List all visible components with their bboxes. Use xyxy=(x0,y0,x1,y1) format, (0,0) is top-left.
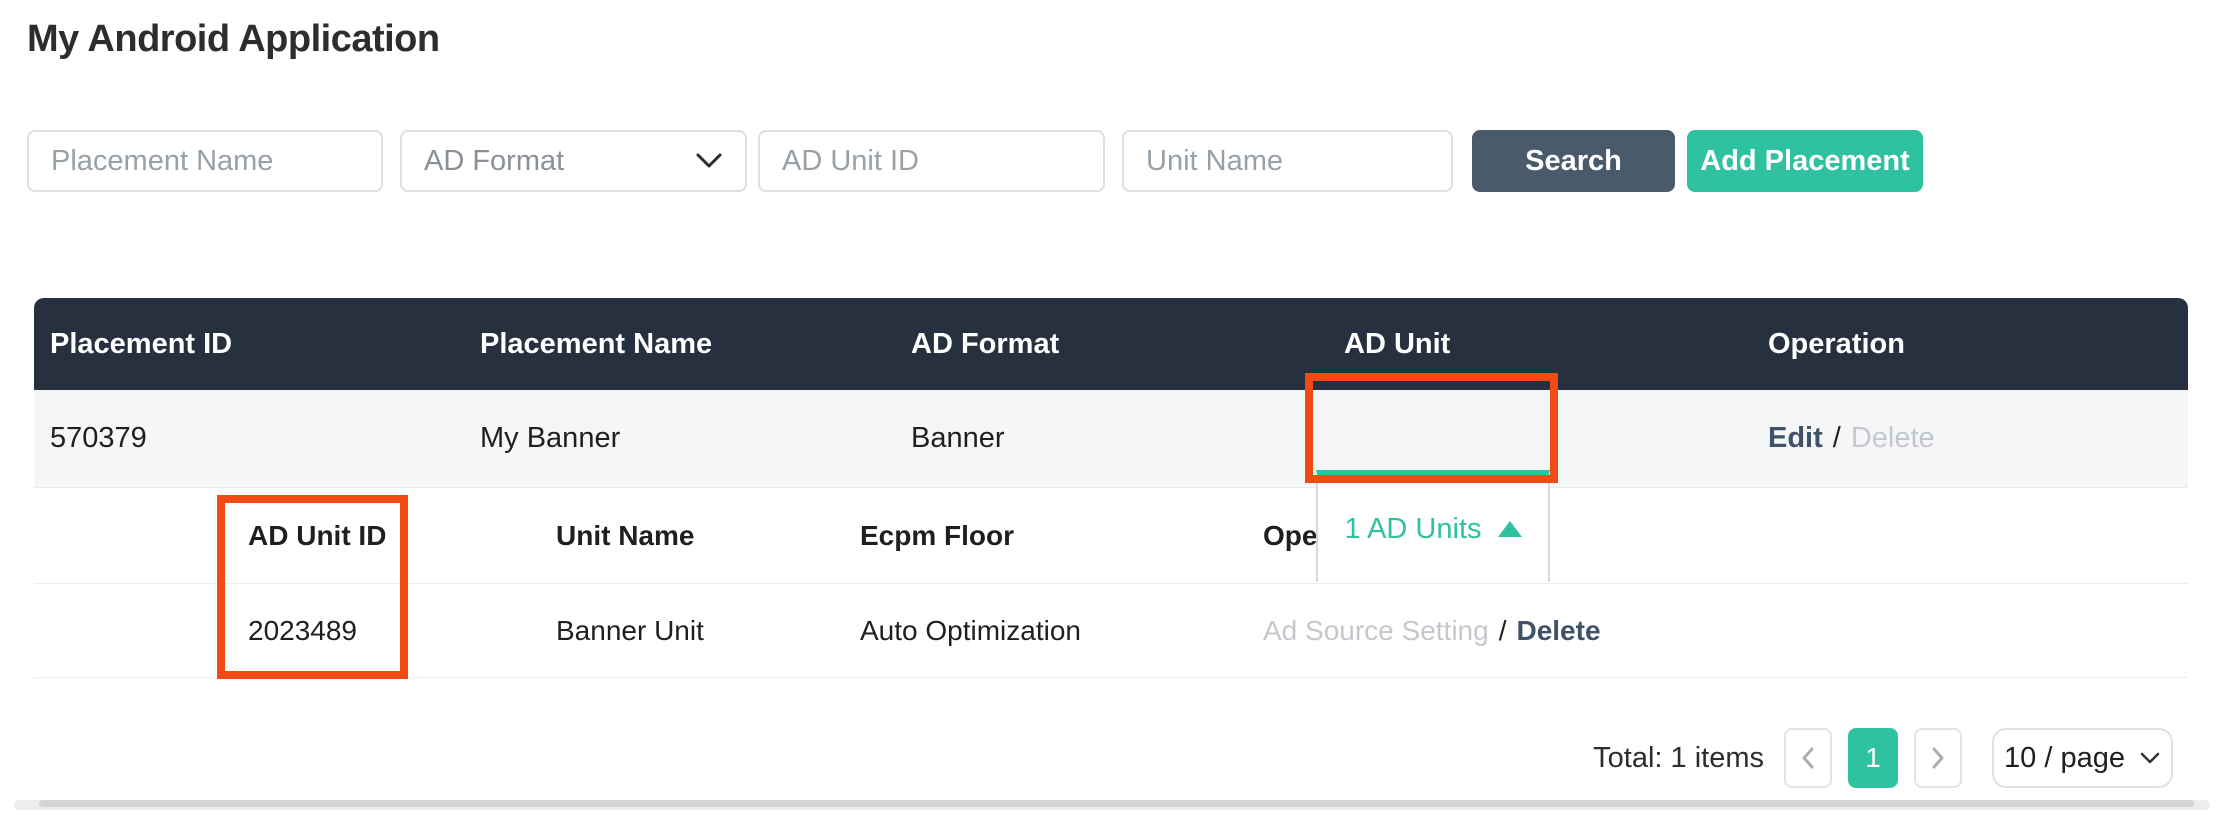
subtable-header-row: AD Unit ID Unit Name Ecpm Floor Operatio… xyxy=(34,488,2188,584)
ad-format-select[interactable]: AD Format xyxy=(400,130,747,192)
page-size-select[interactable]: 10 / page xyxy=(1992,728,2173,788)
ad-source-setting-link[interactable]: Ad Source Setting xyxy=(1263,615,1489,646)
ad-unit-subtable: AD Unit ID Unit Name Ecpm Floor Operatio… xyxy=(34,487,2188,678)
placement-name-cell: My Banner xyxy=(480,422,621,454)
unit-name-input[interactable] xyxy=(1122,130,1453,192)
operation-cell: Edit / Delete xyxy=(1768,422,2188,455)
add-placement-button[interactable]: Add Placement xyxy=(1687,130,1923,192)
ecpm-floor-cell: Auto Optimization xyxy=(860,614,1081,646)
chevron-down-icon xyxy=(2139,751,2161,765)
triangle-up-icon xyxy=(1497,521,1522,537)
horizontal-scrollbar-track[interactable] xyxy=(14,800,2210,810)
col-header-placement-id: Placement ID xyxy=(50,327,233,360)
table-row: 570379 My Banner Banner Edit / Delete 1 AD… xyxy=(34,390,2188,582)
next-page-button[interactable] xyxy=(1914,728,1962,788)
col-header-operation: Operation xyxy=(1768,327,1905,360)
prev-page-button[interactable] xyxy=(1784,728,1832,788)
page-title: My Android Application xyxy=(27,18,440,60)
search-button[interactable]: Search xyxy=(1472,130,1675,192)
delete-link[interactable]: Delete xyxy=(1851,422,1935,454)
placement-name-input[interactable] xyxy=(27,130,383,192)
ad-format-select-label: AD Format xyxy=(424,144,565,177)
ad-unit-id-cell: 2023489 xyxy=(248,614,358,646)
chevron-left-icon xyxy=(1800,746,1816,770)
chevron-right-icon xyxy=(1930,746,1946,770)
ad-unit-id-input[interactable] xyxy=(758,130,1105,192)
pagination: Total: 1 items 1 10 / page xyxy=(1593,727,2173,789)
total-items-label: Total: 1 items xyxy=(1593,741,1764,774)
placement-id-cell: 570379 xyxy=(50,422,147,454)
table-header-row: Placement ID Placement Name AD Format AD… xyxy=(34,298,2188,390)
col-header-ad-unit: AD Unit xyxy=(1344,327,1451,360)
edit-link[interactable]: Edit xyxy=(1768,422,1823,454)
operation-separator: / xyxy=(1832,422,1841,454)
suboperation-separator: / xyxy=(1498,614,1507,646)
col-header-placement-name: Placement Name xyxy=(480,327,713,360)
ad-units-expander-label: 1 AD Units xyxy=(1344,512,1482,545)
subcol-header-ad-unit-id: AD Unit ID xyxy=(248,519,387,551)
page-size-label: 10 / page xyxy=(2004,741,2125,774)
subcol-header-unit-name: Unit Name xyxy=(556,519,695,551)
app-page: { "page": { "title": "My Android Applica… xyxy=(0,0,2224,822)
subcol-header-ecpm-floor: Ecpm Floor xyxy=(860,519,1015,551)
ad-format-cell: Banner xyxy=(911,422,1005,454)
chevron-down-icon xyxy=(695,152,723,170)
subtable-row: 2023489 Banner Unit Auto Optimization Ad… xyxy=(34,584,2188,678)
placements-table: Placement ID Placement Name AD Format AD… xyxy=(34,298,2188,678)
ad-units-expander-button[interactable]: 1 AD Units xyxy=(1316,470,1550,582)
subtable-operation-cell: Ad Source Setting / Delete xyxy=(1263,615,2188,647)
horizontal-scrollbar-thumb[interactable] xyxy=(39,800,2194,807)
page-1-button[interactable]: 1 xyxy=(1848,728,1898,788)
unit-name-cell: Banner Unit xyxy=(556,614,704,646)
col-header-ad-format: AD Format xyxy=(911,327,1060,360)
subtable-delete-link[interactable]: Delete xyxy=(1516,615,1600,646)
